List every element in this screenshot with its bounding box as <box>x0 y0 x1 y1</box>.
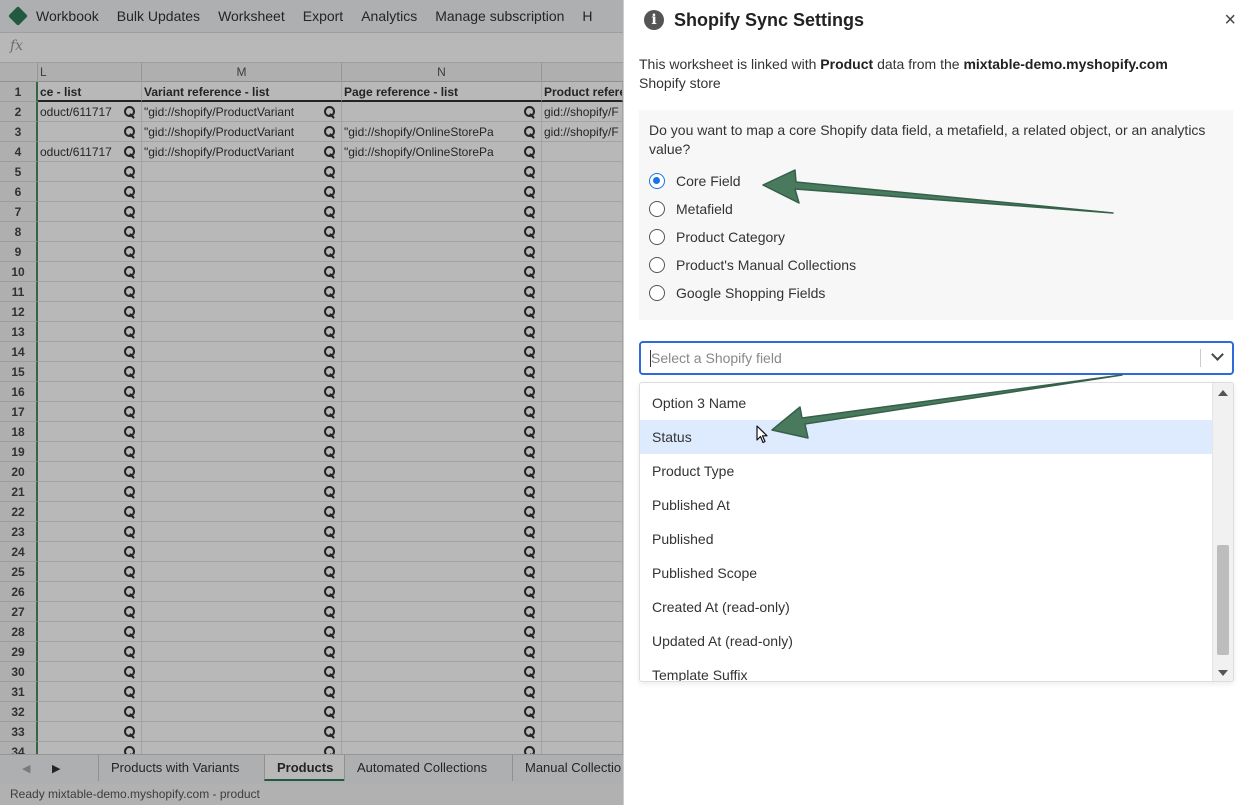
option-option-3-name[interactable]: Option 3 Name <box>640 386 1212 420</box>
scroll-up-icon[interactable] <box>1218 390 1228 396</box>
sync-settings-panel: i Shopify Sync Settings × This worksheet… <box>623 0 1245 805</box>
radio-core-field[interactable]: Core Field <box>649 170 741 192</box>
info-icon: i <box>644 10 664 30</box>
radio-google-shopping-fields[interactable]: Google Shopping Fields <box>649 282 825 304</box>
scroll-down-icon[interactable] <box>1218 670 1228 676</box>
option-product-type[interactable]: Product Type <box>640 454 1212 488</box>
option-published[interactable]: Published <box>640 522 1212 556</box>
shopify-field-select[interactable]: Select a Shopify field <box>639 341 1234 375</box>
radio-product-category[interactable]: Product Category <box>649 226 785 248</box>
store-name: mixtable-demo.myshopify.com <box>963 56 1168 72</box>
radio-button-checked[interactable] <box>649 173 665 189</box>
option-published-at[interactable]: Published At <box>640 488 1212 522</box>
chevron-down-icon[interactable] <box>1211 348 1224 361</box>
option-published-scope[interactable]: Published Scope <box>640 556 1212 590</box>
panel-title: Shopify Sync Settings <box>674 10 865 30</box>
option-status[interactable]: Status <box>640 420 1212 454</box>
radio-label: Product Category <box>676 229 785 245</box>
close-icon[interactable]: × <box>1224 9 1236 32</box>
link-description: This worksheet is linked with Product da… <box>639 55 1229 93</box>
link-suffix: Shopify store <box>639 75 721 91</box>
select-separator <box>1200 349 1201 367</box>
radio-button[interactable] <box>649 285 665 301</box>
mapping-question: Do you want to map a core Shopify data f… <box>649 122 1206 157</box>
select-placeholder: Select a Shopify field <box>651 350 782 366</box>
radio-button[interactable] <box>649 257 665 273</box>
option-created-at[interactable]: Created At (read-only) <box>640 590 1212 624</box>
option-template-suffix[interactable]: Template Suffix <box>640 658 1212 681</box>
linked-object: Product <box>820 56 874 72</box>
link-middle: data from the <box>873 56 964 72</box>
field-options-dropdown[interactable]: Option 3 Name Status Product Type Publis… <box>639 382 1234 682</box>
panel-header: i Shopify Sync Settings × <box>624 0 1245 42</box>
mapping-type-box: Do you want to map a core Shopify data f… <box>639 110 1233 320</box>
radio-metafield[interactable]: Metafield <box>649 198 733 220</box>
radio-label: Product's Manual Collections <box>676 257 857 273</box>
option-updated-at[interactable]: Updated At (read-only) <box>640 624 1212 658</box>
link-prefix: This worksheet is linked with <box>639 56 821 72</box>
modal-overlay[interactable] <box>0 0 623 805</box>
radio-label: Google Shopping Fields <box>676 285 826 301</box>
radio-button[interactable] <box>649 229 665 245</box>
radio-button[interactable] <box>649 201 665 217</box>
radio-label: Metafield <box>676 201 733 217</box>
radio-label: Core Field <box>676 173 741 189</box>
dropdown-scrollbar[interactable] <box>1212 383 1233 681</box>
radio-manual-collections[interactable]: Product's Manual Collections <box>649 254 856 276</box>
scroll-thumb[interactable] <box>1217 545 1229 655</box>
mouse-cursor-icon <box>756 425 768 444</box>
